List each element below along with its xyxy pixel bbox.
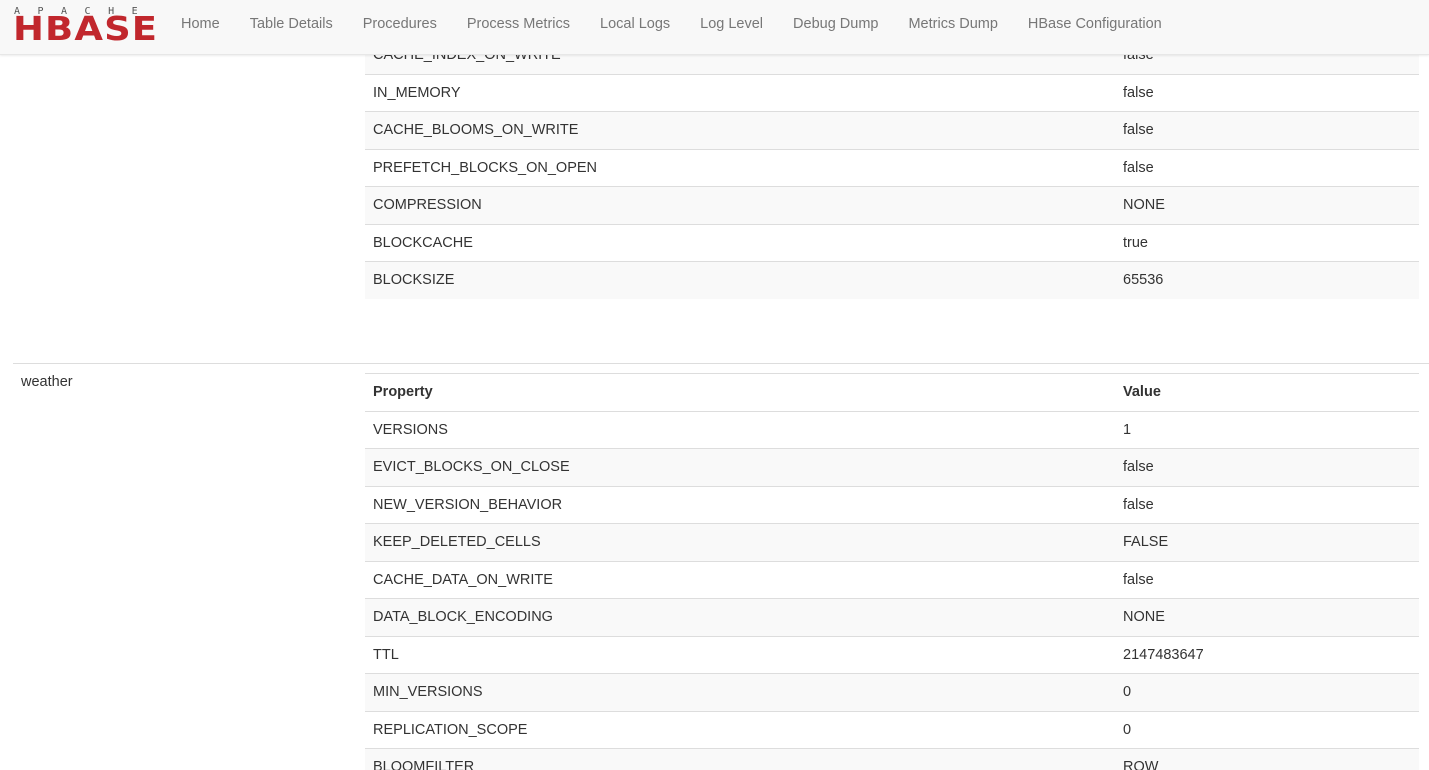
property-value: false <box>1123 84 1154 101</box>
property-name: COMPRESSION <box>373 197 482 213</box>
nav-debug-dump[interactable]: Debug Dump <box>778 0 893 48</box>
property-name: EVICT_BLOCKS_ON_CLOSE <box>373 459 570 475</box>
property-name: IN_MEMORY <box>373 84 461 101</box>
table-row: MIN_VERSIONS 0 <box>365 673 1419 711</box>
property-name: MIN_VERSIONS <box>373 684 483 700</box>
table-row: KEEP_DELETED_CELLS FALSE <box>365 523 1419 561</box>
header-property: Property <box>373 384 433 400</box>
nav-table-details[interactable]: Table Details <box>235 0 348 48</box>
column-family-row: weather Property Value VERSIONS 1 EVICT_BLOC… <box>13 363 1429 770</box>
logo-hbase-text: HBASE <box>13 9 159 48</box>
property-name: DATA_BLOCK_ENCODING <box>373 609 553 625</box>
header-value: Value <box>1123 384 1161 400</box>
property-name: KEEP_DELETED_CELLS <box>373 534 541 550</box>
property-value: 1 <box>1123 421 1132 438</box>
property-value: false <box>1123 459 1154 475</box>
top-navbar: APACHE HBASE Home Table Details Procedur… <box>0 0 1429 55</box>
property-name: NEW_VERSION_BEHAVIOR <box>373 496 563 513</box>
property-value: 0 <box>1123 684 1132 700</box>
property-name: REPLICATION_SCOPE <box>373 721 528 738</box>
property-value: true <box>1123 234 1148 251</box>
table-row: BLOCKSIZE 65536 <box>365 261 1419 299</box>
table-row: DATA_BLOCK_ENCODING NONE <box>365 598 1419 636</box>
hbase-logo[interactable]: APACHE HBASE <box>13 6 157 46</box>
table-row: CACHE_DATA_ON_WRITE false <box>365 560 1419 599</box>
property-name: BLOCKSIZE <box>373 272 455 288</box>
table-row: EVICT_BLOCKS_ON_CLOSE false <box>365 448 1419 486</box>
property-value: ROW <box>1123 759 1159 770</box>
table-row: TTL 2147483647 <box>365 635 1419 674</box>
property-name: VERSIONS <box>373 421 448 438</box>
table-row: NEW_VERSION_BEHAVIOR false <box>365 485 1419 524</box>
property-name: CACHE_DATA_ON_WRITE <box>373 571 553 588</box>
property-value: false <box>1123 571 1154 588</box>
property-value: 2147483647 <box>1123 646 1204 663</box>
nav-process-metrics[interactable]: Process Metrics <box>452 0 585 48</box>
property-value: 0 <box>1123 721 1132 738</box>
nav-metrics-dump[interactable]: Metrics Dump <box>893 0 1012 48</box>
nav-log-level[interactable]: Log Level <box>685 0 778 48</box>
property-value: false <box>1123 496 1154 513</box>
property-name: BLOCKCACHE <box>373 234 473 251</box>
page: BLOOMFILTERROWCACHE_INDEX_ON_WRITEfalseI… <box>0 0 1429 770</box>
nav-procedures[interactable]: Procedures <box>348 0 452 48</box>
column-family-name: weather <box>21 374 73 390</box>
nav-hbase-configuration[interactable]: HBase Configuration <box>1013 0 1177 48</box>
table-row: IN_MEMORY false <box>365 73 1419 112</box>
property-name: CACHE_BLOOMS_ON_WRITE <box>373 122 579 138</box>
table-header-row: Property Value <box>365 373 1419 411</box>
property-name: BLOOMFILTER <box>373 759 475 770</box>
table-row: CACHE_BLOOMS_ON_WRITE false <box>365 111 1419 149</box>
property-name: TTL <box>373 646 399 663</box>
property-value: NONE <box>1123 609 1165 625</box>
nav-menu: Home Table Details Procedures Process Me… <box>166 0 1177 48</box>
nav-local-logs[interactable]: Local Logs <box>585 0 685 48</box>
property-value: FALSE <box>1123 534 1169 550</box>
property-value: false <box>1123 122 1154 138</box>
table-row: COMPRESSION NONE <box>365 186 1419 224</box>
table-row: VERSIONS 1 <box>365 410 1419 449</box>
table-row: BLOOMFILTER ROW <box>365 748 1419 770</box>
property-value: false <box>1123 159 1154 176</box>
table-row: REPLICATION_SCOPE 0 <box>365 710 1419 749</box>
property-value: 65536 <box>1123 272 1164 288</box>
table-row: BLOCKCACHE true <box>365 223 1419 262</box>
table-row: PREFETCH_BLOCKS_ON_OPEN false <box>365 148 1419 187</box>
property-name: PREFETCH_BLOCKS_ON_OPEN <box>373 159 598 176</box>
nav-home[interactable]: Home <box>166 0 235 48</box>
property-value: NONE <box>1123 197 1165 213</box>
